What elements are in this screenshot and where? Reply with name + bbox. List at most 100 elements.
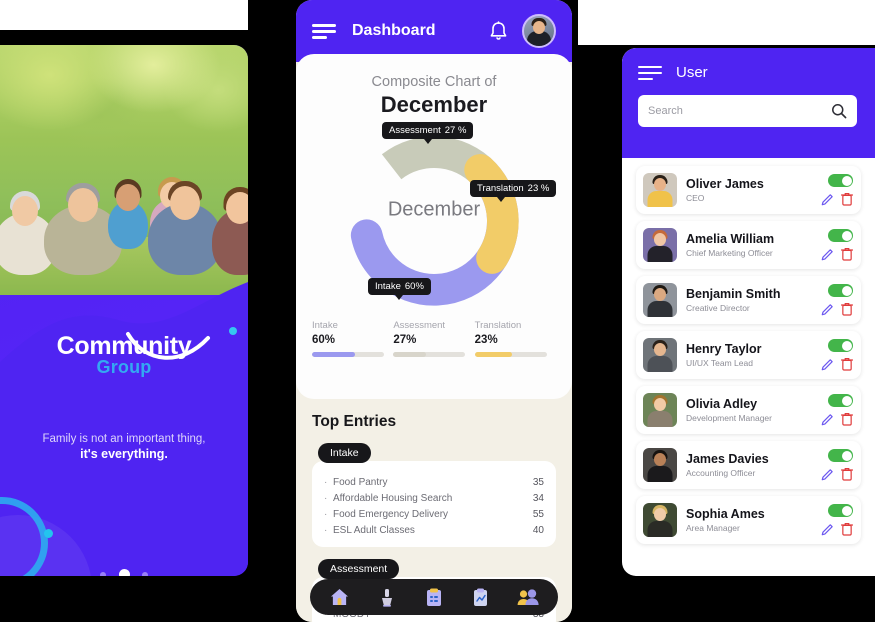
status-toggle[interactable]: [828, 284, 853, 297]
entry-count: 40: [532, 524, 544, 536]
tab-report[interactable]: [469, 586, 493, 608]
legend-value: 23%: [474, 334, 498, 346]
chart-title: December: [380, 92, 488, 117]
table-row[interactable]: Olivia Adley Development Manager: [636, 386, 861, 434]
user-role: UI/UX Team Lead: [686, 358, 753, 369]
top-entries-title: Top Entries: [312, 413, 397, 430]
trash-icon[interactable]: [841, 357, 853, 371]
user-list: Oliver James CEO Amelia William Chief Marke…: [622, 158, 875, 544]
legend-item-assessment: Assessment 27%: [393, 320, 474, 357]
table-row[interactable]: Amelia William Chief Marketing Officer: [636, 221, 861, 269]
pencil-icon[interactable]: [821, 358, 834, 371]
user-panel-header: User: [622, 48, 875, 158]
status-toggle[interactable]: [828, 229, 853, 242]
family-photo: [0, 45, 248, 295]
brand-logo: Community Group: [0, 327, 248, 378]
hamburger-icon[interactable]: [638, 65, 662, 81]
trash-icon[interactable]: [841, 467, 853, 481]
carousel-dot-0[interactable]: [100, 571, 107, 576]
status-toggle[interactable]: [828, 174, 853, 187]
pencil-icon[interactable]: [821, 468, 834, 481]
avatar[interactable]: [522, 14, 556, 48]
pencil-icon[interactable]: [821, 248, 834, 261]
bottom-tabbar: [310, 579, 558, 615]
table-row[interactable]: Benjamin Smith Creative Director: [636, 276, 861, 324]
carousel-dot-2[interactable]: [141, 571, 148, 576]
avatar: [643, 228, 677, 262]
table-row[interactable]: Henry Taylor UI/UX Team Lead: [636, 331, 861, 379]
tab-people[interactable]: [516, 586, 540, 608]
hamburger-icon[interactable]: [312, 23, 336, 39]
entry-name: Affordable Housing Search: [333, 492, 453, 504]
tooltip-intake: Intake 60%: [368, 278, 431, 300]
list-item[interactable]: · Affordable Housing Search 34: [324, 490, 544, 506]
entry-name: ESL Adult Classes: [333, 524, 415, 536]
user-name: Olivia Adley: [686, 396, 758, 411]
pencil-icon[interactable]: [821, 523, 834, 536]
bullet-icon: ·: [324, 524, 328, 536]
entry-count: 55: [532, 508, 544, 520]
screenshot-root: Community Group Family is not an importa…: [0, 0, 875, 622]
search-bar[interactable]: [638, 95, 857, 127]
status-toggle[interactable]: [828, 339, 853, 352]
tab-lab[interactable]: [375, 586, 399, 608]
trash-icon[interactable]: [841, 412, 853, 426]
group-chip-assessment: Assessment: [318, 559, 400, 579]
search-input[interactable]: [648, 105, 831, 117]
carousel-dots[interactable]: [0, 566, 248, 576]
bullet-icon: ·: [324, 492, 328, 504]
status-toggle[interactable]: [828, 449, 853, 462]
carousel-dot-1[interactable]: [118, 569, 130, 576]
legend-bar: [393, 352, 466, 357]
tab-checklist[interactable]: [422, 586, 446, 608]
logo-dot-icon: [229, 327, 237, 335]
avatar: [643, 338, 677, 372]
list-item[interactable]: · Food Emergency Delivery 55: [324, 506, 544, 522]
user-role: Chief Marketing Officer: [686, 248, 773, 259]
user-name: Sophia Ames: [686, 506, 765, 521]
group-chip-intake: Intake: [318, 443, 371, 463]
pencil-icon[interactable]: [821, 303, 834, 316]
bullet-icon: ·: [324, 508, 328, 520]
list-item[interactable]: · ESL Adult Classes 40: [324, 522, 544, 538]
bell-icon[interactable]: [489, 20, 508, 42]
user-role: Development Manager: [686, 413, 772, 424]
user-role: CEO: [686, 193, 705, 204]
entry-name: Food Emergency Delivery: [333, 508, 449, 520]
table-row[interactable]: Oliver James CEO: [636, 166, 861, 214]
pencil-icon[interactable]: [821, 413, 834, 426]
trash-icon[interactable]: [841, 247, 853, 261]
splash-panel: Community Group Family is not an importa…: [0, 45, 248, 576]
table-row[interactable]: Sophia Ames Area Manager: [636, 496, 861, 544]
list-item[interactable]: · Food Pantry 35: [324, 474, 544, 490]
avatar: [643, 448, 677, 482]
microscope-icon: [381, 588, 392, 607]
legend-item-intake: Intake 60%: [312, 320, 393, 357]
status-toggle[interactable]: [828, 394, 853, 407]
trash-icon[interactable]: [841, 302, 853, 316]
chart-legend: Intake 60% Assessment 27% Translation 23…: [296, 320, 572, 357]
pencil-icon[interactable]: [821, 193, 834, 206]
entry-count: 34: [532, 492, 544, 504]
tooltip-translation: Translation 23 %: [470, 180, 557, 202]
bullet-icon: ·: [324, 476, 328, 488]
search-icon[interactable]: [831, 103, 847, 119]
legend-item-translation: Translation 23%: [474, 320, 556, 357]
dashboard-header: Dashboard: [296, 0, 572, 62]
tooltip-assessment: Assessment 27 %: [382, 122, 474, 144]
avatar: [643, 393, 677, 427]
user-name: Benjamin Smith: [686, 286, 781, 301]
user-name: Oliver James: [686, 176, 764, 191]
trash-icon[interactable]: [841, 192, 853, 206]
home-icon: [331, 588, 349, 606]
chart-card: Composite Chart of December December Ass…: [296, 54, 572, 399]
trash-icon[interactable]: [841, 522, 853, 536]
status-toggle[interactable]: [828, 504, 853, 517]
checklist-icon: [426, 588, 441, 606]
user-role: Area Manager: [686, 523, 740, 534]
chart-subtitle: Composite Chart of: [371, 74, 497, 90]
table-row[interactable]: James Davies Accounting Officer: [636, 441, 861, 489]
entry-count: 35: [532, 476, 544, 488]
donut-chart: December Assessment 27 % Translation 23 % …: [296, 118, 572, 318]
tab-home[interactable]: [328, 586, 352, 608]
